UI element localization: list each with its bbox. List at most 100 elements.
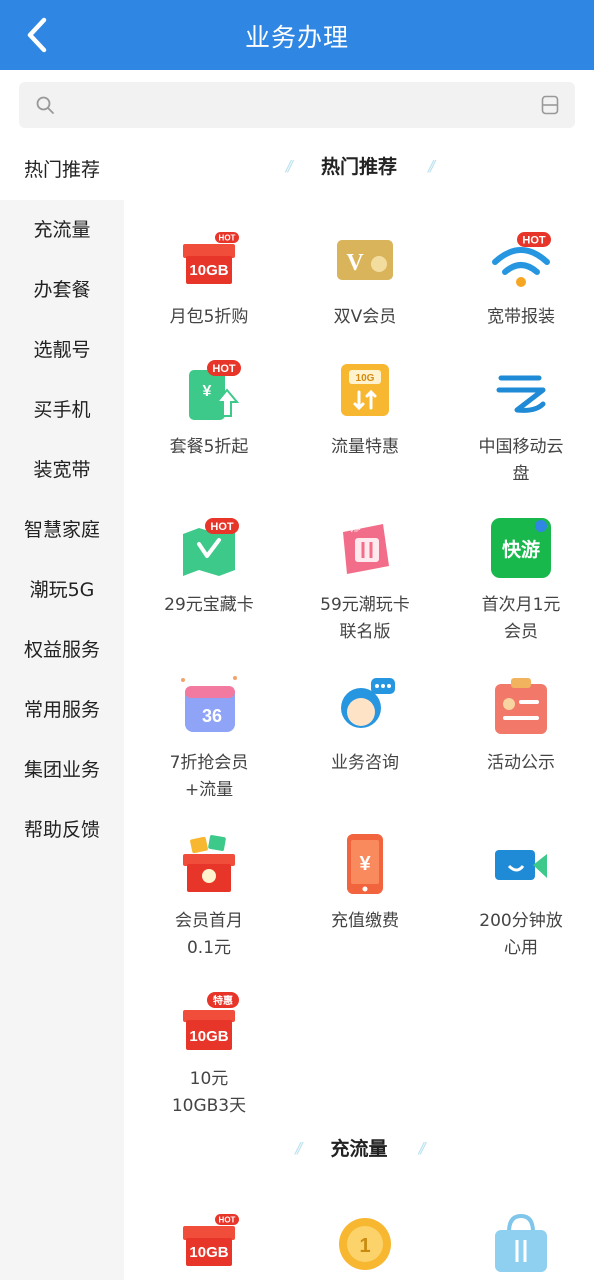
- service-label: 月包5折购: [169, 307, 249, 327]
- service-item[interactable]: 200分钟放 心用: [446, 832, 594, 962]
- svg-text:HOT: HOT: [210, 521, 234, 533]
- treasure-map-icon: HOT: [183, 518, 239, 576]
- service-item[interactable]: HOT 29元宝藏卡: [134, 516, 284, 619]
- vip-card-icon: VIP: [343, 524, 389, 574]
- service-grid: // 热门推荐 // 10GB HOT 月包5折购 V 双V会员 HOT 宽带报…: [124, 140, 594, 1280]
- svg-text:36: 36: [202, 706, 222, 726]
- title-decoration: //: [418, 1138, 426, 1157]
- sidebar-item-broadband[interactable]: 装宽带: [0, 440, 124, 500]
- service-item[interactable]: [446, 1210, 594, 1274]
- shopping-bag-icon: [495, 1213, 547, 1272]
- search-bar: [0, 70, 594, 140]
- sidebar-item-data[interactable]: 充流量: [0, 200, 124, 260]
- service-item[interactable]: ¥ 充值缴费: [290, 832, 440, 935]
- service-item[interactable]: V 双V会员: [290, 228, 440, 331]
- section-title-text: 充流量: [330, 1138, 388, 1160]
- sidebar-item-number[interactable]: 选靓号: [0, 320, 124, 380]
- svg-text:HOT: HOT: [219, 234, 236, 243]
- service-label: 会员首月 0.1元: [175, 911, 243, 958]
- service-item[interactable]: 10GB HOT 月包5折购: [134, 228, 284, 331]
- service-item[interactable]: 业务咨询: [290, 674, 440, 777]
- wifi-icon: HOT: [492, 232, 551, 287]
- sidebar-item-help[interactable]: 帮助反馈: [0, 800, 124, 860]
- service-item[interactable]: 快游 首次月1元 会员: [446, 516, 594, 646]
- service-label: 宽带报装: [487, 307, 555, 327]
- section-title-text: 热门推荐: [320, 156, 397, 178]
- game-app-icon: 快游: [491, 518, 551, 578]
- sidebar-item-phone[interactable]: 买手机: [0, 380, 124, 440]
- svg-text:快游: 快游: [502, 538, 540, 561]
- category-sidebar: 热门推荐 充流量 办套餐 选靓号 买手机 装宽带 智慧家庭 潮玩5G 权益服务 …: [0, 140, 124, 1280]
- title-decoration: //: [428, 156, 435, 175]
- service-label: 首次月1元 会员: [481, 595, 561, 642]
- svg-text:HOT: HOT: [522, 235, 546, 247]
- section-title-data: // 充流量 //: [124, 1134, 594, 1174]
- service-label: 10元 10GB3天: [171, 1069, 247, 1116]
- service-label: 200分钟放 心用: [479, 911, 563, 958]
- search-icon: [36, 96, 54, 114]
- service-label: 流量特惠: [331, 437, 399, 457]
- service-label: 中国移动云 盘: [478, 437, 564, 484]
- svg-text:¥: ¥: [359, 853, 371, 875]
- medal-icon: 1: [339, 1218, 391, 1270]
- recharge-phone-icon: ¥: [347, 834, 383, 894]
- service-label: 7折抢会员 +流量: [169, 753, 249, 800]
- sidebar-item-5g[interactable]: 潮玩5G: [0, 560, 124, 620]
- sidebar-item-common[interactable]: 常用服务: [0, 680, 124, 740]
- cloud-drive-icon: [496, 375, 546, 413]
- page-title: 业务办理: [244, 23, 349, 52]
- svg-text:VIP: VIP: [349, 527, 361, 534]
- section-title-hot: // 热门推荐 //: [124, 152, 594, 192]
- search-box[interactable]: [19, 82, 575, 128]
- service-item[interactable]: HOT 宽带报装: [446, 228, 594, 331]
- sidebar-item-benefits[interactable]: 权益服务: [0, 620, 124, 680]
- sidebar-item-hot[interactable]: 热门推荐: [0, 140, 124, 200]
- svg-text:1: 1: [359, 1235, 370, 1257]
- service-item[interactable]: ¥ HOT 套餐5折起: [134, 358, 284, 461]
- service-item[interactable]: 中国移动云 盘: [446, 358, 594, 488]
- service-item[interactable]: VIP 59元潮玩卡 联名版: [290, 516, 440, 646]
- service-label: 29元宝藏卡: [164, 595, 254, 615]
- service-item[interactable]: 10GB 特惠 10元 10GB3天: [134, 990, 284, 1120]
- service-item[interactable]: 活动公示: [446, 674, 594, 777]
- service-item[interactable]: 1: [290, 1210, 440, 1274]
- sidebar-item-group[interactable]: 集团业务: [0, 740, 124, 800]
- service-item[interactable]: 36 7折抢会员 +流量: [134, 674, 284, 804]
- svg-text:10GB: 10GB: [189, 262, 228, 279]
- calendar-icon: 36: [181, 676, 237, 732]
- scan-icon[interactable]: [541, 95, 559, 115]
- gift-box-icon: 10GB HOT: [183, 232, 239, 284]
- service-item[interactable]: 10G 流量特惠: [290, 358, 440, 461]
- sidebar-item-plan[interactable]: 办套餐: [0, 260, 124, 320]
- svg-text:10GB: 10GB: [189, 1028, 228, 1045]
- notice-board-icon: [495, 678, 547, 734]
- title-decoration: //: [295, 1138, 302, 1157]
- customer-service-icon: [341, 678, 395, 728]
- top-bar: 业务办理: [0, 0, 594, 70]
- service-label: 业务咨询: [331, 753, 399, 773]
- service-label: 套餐5折起: [169, 437, 249, 457]
- service-label: 活动公示: [487, 753, 555, 773]
- svg-text:10G: 10G: [356, 373, 375, 384]
- gift-box-icon: 10GB HOT: [183, 1214, 239, 1266]
- gift-box-icon: 10GB 特惠: [183, 992, 239, 1050]
- svg-text:HOT: HOT: [219, 1216, 236, 1225]
- service-label: 双V会员: [333, 307, 397, 327]
- sidebar-item-smart-home[interactable]: 智慧家庭: [0, 500, 124, 560]
- svg-text:特惠: 特惠: [213, 994, 233, 1007]
- title-decoration: //: [285, 156, 293, 175]
- data-card-icon: 10G: [341, 364, 389, 416]
- call-minutes-icon: [495, 850, 547, 880]
- service-item[interactable]: 会员首月 0.1元: [134, 832, 284, 962]
- svg-text:HOT: HOT: [212, 363, 236, 375]
- svg-text:10GB: 10GB: [189, 1244, 228, 1261]
- search-input[interactable]: [67, 90, 507, 120]
- service-item[interactable]: 10GB HOT: [134, 1210, 284, 1274]
- svg-text:V: V: [346, 250, 364, 276]
- member-gift-icon: [183, 835, 235, 892]
- service-label: 充值缴费: [331, 911, 399, 931]
- service-label: 59元潮玩卡 联名版: [320, 595, 410, 642]
- v-card-icon: V: [337, 240, 393, 280]
- phone-upgrade-icon: ¥ HOT: [189, 360, 241, 420]
- svg-text:¥: ¥: [203, 383, 212, 400]
